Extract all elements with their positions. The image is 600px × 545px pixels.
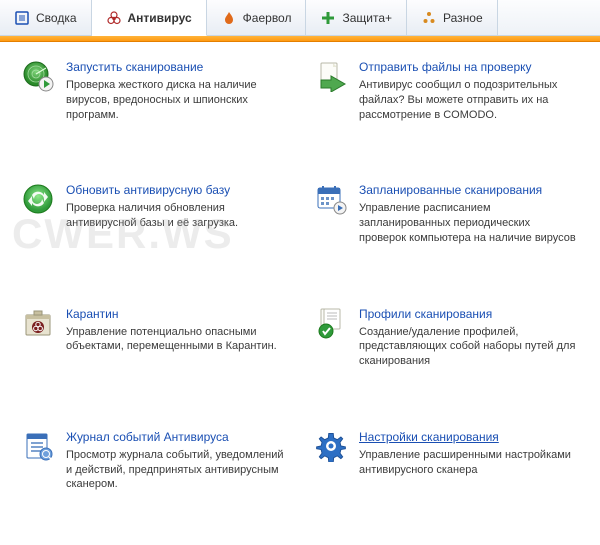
tab-label: Защита+ bbox=[342, 11, 392, 25]
item-scheduled-scans[interactable]: Запланированные сканирования Управление … bbox=[315, 183, 578, 280]
item-scan-settings[interactable]: Настройки сканирования Управление расшир… bbox=[315, 430, 578, 527]
tab-more[interactable]: Разное bbox=[407, 0, 498, 35]
item-title: Настройки сканирования bbox=[359, 430, 578, 444]
send-file-icon bbox=[315, 60, 347, 92]
log-icon bbox=[22, 430, 54, 462]
antivirus-panel: Запустить сканирование Проверка жесткого… bbox=[0, 42, 600, 545]
item-title: Журнал событий Антивируса bbox=[66, 430, 285, 444]
item-submit-files[interactable]: Отправить файлы на проверку Антивирус со… bbox=[315, 60, 578, 157]
item-update-db[interactable]: Обновить антивирусную базу Проверка нали… bbox=[22, 183, 285, 280]
item-title: Запустить сканирование bbox=[66, 60, 285, 74]
tab-defense-plus[interactable]: Защита+ bbox=[306, 0, 407, 35]
profiles-icon bbox=[315, 307, 347, 339]
item-desc: Проверка наличия обновления антивирусной… bbox=[66, 201, 285, 231]
item-desc: Создание/удаление профилей, представляющ… bbox=[359, 325, 578, 370]
tab-summary[interactable]: Сводка bbox=[0, 0, 92, 35]
item-event-log[interactable]: Журнал событий Антивируса Просмотр журна… bbox=[22, 430, 285, 527]
item-title: Отправить файлы на проверку bbox=[359, 60, 578, 74]
gear-icon bbox=[315, 430, 347, 462]
item-title: Карантин bbox=[66, 307, 285, 321]
tab-bar: Сводка Антивирус Фаервол Защита+ Разное bbox=[0, 0, 600, 36]
item-desc: Антивирус сообщил о подозрительных файла… bbox=[359, 78, 578, 123]
flame-icon bbox=[221, 10, 237, 26]
tab-antivirus[interactable]: Антивирус bbox=[92, 0, 207, 36]
quarantine-icon bbox=[22, 307, 54, 339]
plus-icon bbox=[320, 10, 336, 26]
biohazard-icon bbox=[106, 10, 122, 26]
item-desc: Управление расписанием запланированных п… bbox=[359, 201, 578, 246]
item-desc: Управление расширенными настройками анти… bbox=[359, 448, 578, 478]
tab-label: Разное bbox=[443, 11, 483, 25]
tab-label: Антивирус bbox=[128, 11, 192, 25]
item-scan-profiles[interactable]: Профили сканирования Создание/удаление п… bbox=[315, 307, 578, 404]
tab-label: Фаервол bbox=[243, 11, 292, 25]
item-run-scan[interactable]: Запустить сканирование Проверка жесткого… bbox=[22, 60, 285, 157]
item-title: Обновить антивирусную базу bbox=[66, 183, 285, 197]
summary-icon bbox=[14, 10, 30, 26]
item-title: Профили сканирования bbox=[359, 307, 578, 321]
dots-icon bbox=[421, 10, 437, 26]
calendar-icon bbox=[315, 183, 347, 215]
item-desc: Проверка жесткого диска на наличие вирус… bbox=[66, 78, 285, 123]
item-title: Запланированные сканирования bbox=[359, 183, 578, 197]
refresh-icon bbox=[22, 183, 54, 215]
item-desc: Управление потенциально опасными объекта… bbox=[66, 325, 285, 355]
item-quarantine[interactable]: Карантин Управление потенциально опасным… bbox=[22, 307, 285, 404]
item-desc: Просмотр журнала событий, уведомлений и … bbox=[66, 448, 285, 493]
radar-play-icon bbox=[22, 60, 54, 92]
tab-label: Сводка bbox=[36, 11, 77, 25]
tab-firewall[interactable]: Фаервол bbox=[207, 0, 307, 35]
